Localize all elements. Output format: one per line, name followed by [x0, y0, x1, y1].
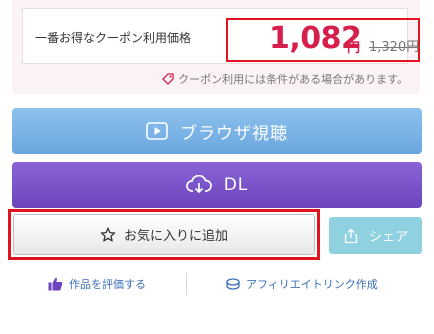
tag-icon: [162, 73, 174, 85]
add-to-favorites-button[interactable]: お気に入りに追加: [13, 214, 315, 255]
share-label: シェア: [368, 230, 408, 245]
download-label: DL: [223, 175, 249, 195]
download-button[interactable]: DL: [12, 162, 422, 208]
product-purchase-panel: 一番お得なクーポン利用価格 1,082 円 1,320円 クーポン利用には条件が…: [0, 0, 434, 334]
rate-work-label: 作品を評価する: [69, 278, 146, 291]
coupon-price-label: 一番お得なクーポン利用価格: [35, 31, 192, 45]
link-divider: [186, 273, 187, 295]
play-icon: [146, 122, 168, 140]
add-to-favorites-label: お気に入りに追加: [123, 229, 228, 244]
affiliate-link-label: アフィリエイトリンク作成: [246, 278, 378, 291]
affiliate-link-create[interactable]: アフィリエイトリンク作成: [226, 276, 378, 292]
rate-work-link[interactable]: 作品を評価する: [48, 276, 146, 292]
original-price: 1,320円: [369, 40, 420, 55]
browser-view-label: ブラウザ視聴: [180, 123, 288, 144]
price-panel: 一番お得なクーポン利用価格 1,082 円 1,320円 クーポン利用には条件が…: [12, 0, 420, 94]
coupon-note: クーポン利用には条件がある場合があります。: [162, 71, 408, 87]
price-currency: 円: [347, 41, 361, 56]
coupon-price-box: 一番お得なクーポン利用価格 1,082 円 1,320円: [22, 8, 420, 64]
browser-view-button[interactable]: ブラウザ視聴: [12, 108, 422, 154]
thumbs-up-icon: [48, 277, 63, 291]
share-button[interactable]: シェア: [329, 217, 422, 254]
share-upload-icon: [344, 228, 358, 243]
cloud-download-icon: [185, 175, 212, 194]
star-outline-icon: [100, 227, 116, 241]
link-coin-icon: [226, 278, 240, 290]
coupon-note-text: クーポン利用には条件がある場合があります。: [178, 73, 408, 86]
